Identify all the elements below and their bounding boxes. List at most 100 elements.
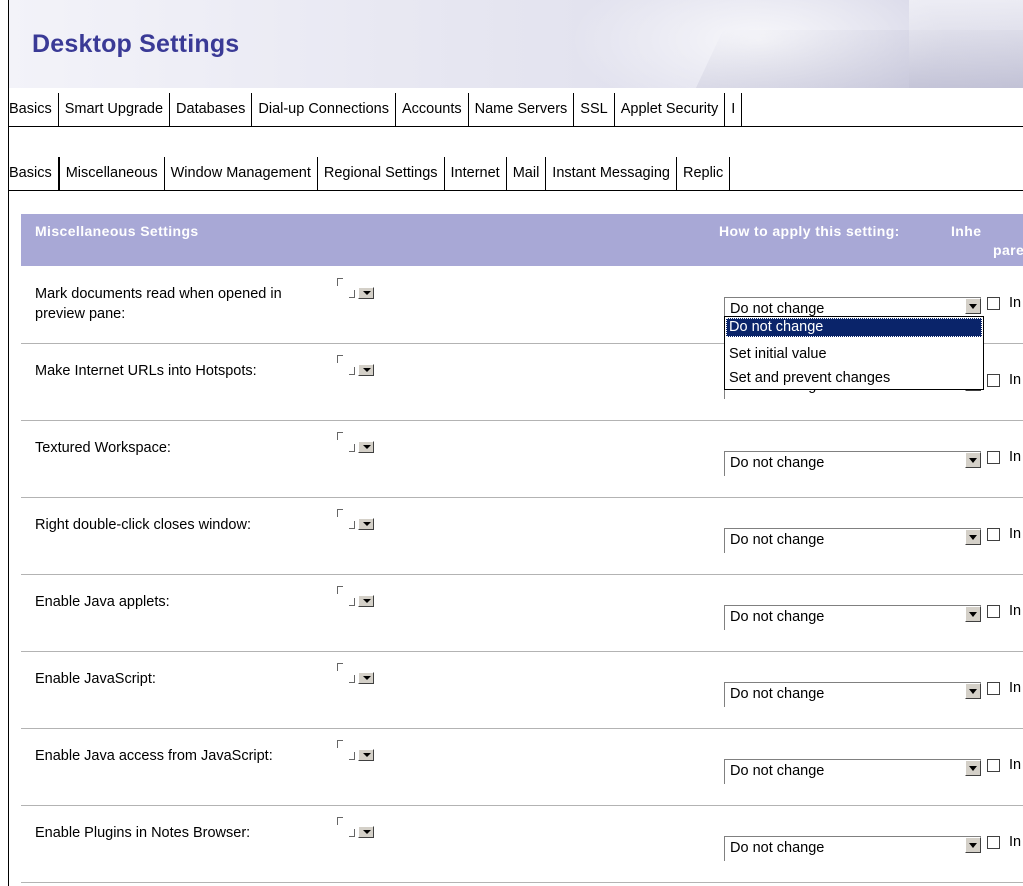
field-dropdown-button[interactable] — [358, 672, 374, 684]
subtab-instant-messaging[interactable]: Instant Messaging — [546, 157, 677, 190]
field-end-marker-icon — [349, 829, 355, 837]
inherit-checkbox[interactable] — [987, 759, 1000, 772]
select-value: Do not change — [730, 609, 825, 625]
inherit-label: In — [1009, 680, 1022, 696]
field-end-marker-icon — [349, 675, 355, 683]
apply-setting-select[interactable]: Do not change — [724, 836, 981, 861]
dropdown-option-do-not-change[interactable]: Do not change — [726, 318, 982, 337]
section-header: Miscellaneous Settings How to apply this… — [21, 214, 1023, 266]
tab-databases[interactable]: Databases — [170, 93, 253, 126]
tab-ssl[interactable]: SSL — [574, 93, 615, 126]
setting-row: Textured Workspace: Do not change In — [21, 420, 1023, 498]
inherit-checkbox[interactable] — [987, 528, 1000, 541]
tab-accounts[interactable]: Accounts — [396, 93, 469, 126]
setting-row: Enable Java access from JavaScript: Do no… — [21, 728, 1023, 806]
section-title: Miscellaneous Settings — [35, 223, 199, 239]
subtab-mail[interactable]: Mail — [507, 157, 547, 190]
chevron-down-icon[interactable] — [965, 837, 981, 853]
setting-row: Enable JavaScript: Do not change In — [21, 651, 1023, 729]
select-value: Do not change — [730, 532, 825, 548]
field-dropdown-button[interactable] — [358, 826, 374, 838]
subtab-internet[interactable]: Internet — [445, 157, 507, 190]
dropdown-option-set-initial-value[interactable]: Set initial value — [726, 345, 982, 364]
field-start-marker-icon — [337, 817, 343, 825]
chevron-down-icon[interactable] — [965, 606, 981, 622]
apply-setting-select[interactable]: Do not change — [724, 605, 981, 630]
setting-label: Make Internet URLs into Hotspots: — [35, 363, 257, 379]
field-dropdown-button[interactable] — [358, 595, 374, 607]
select-value: Do not change — [730, 763, 825, 779]
setting-row: Enable Java applets: Do not change In — [21, 574, 1023, 652]
apply-setting-dropdown-list[interactable]: Do not change Set initial value Set and … — [724, 316, 984, 390]
inherit-column-header: Inhe — [951, 223, 982, 239]
subtab-replication[interactable]: Replic — [677, 157, 731, 190]
field-marker — [337, 432, 387, 456]
field-end-marker-icon — [349, 598, 355, 606]
inherit-checkbox[interactable] — [987, 682, 1000, 695]
select-value: Do not change — [730, 301, 825, 317]
field-start-marker-icon — [337, 432, 343, 440]
chevron-down-icon[interactable] — [965, 529, 981, 545]
subtab-window-management[interactable]: Window Management — [165, 157, 318, 190]
field-marker — [337, 740, 387, 764]
field-dropdown-button[interactable] — [358, 749, 374, 761]
field-dropdown-button[interactable] — [358, 441, 374, 453]
tab-overflow[interactable]: I — [725, 93, 743, 126]
field-dropdown-button[interactable] — [358, 287, 374, 299]
setting-label: Enable Java applets: — [35, 594, 170, 610]
subtab-miscellaneous[interactable]: Miscellaneous — [58, 157, 165, 190]
field-dropdown-button[interactable] — [358, 518, 374, 530]
inherit-checkbox[interactable] — [987, 297, 1000, 310]
field-start-marker-icon — [337, 355, 343, 363]
field-end-marker-icon — [349, 290, 355, 298]
apply-column-header: How to apply this setting: — [719, 223, 900, 239]
field-dropdown-button[interactable] — [358, 364, 374, 376]
apply-setting-select[interactable]: Do not change — [724, 759, 981, 784]
setting-label: Right double-click closes window: — [35, 517, 251, 533]
chevron-down-icon[interactable] — [965, 683, 981, 699]
field-end-marker-icon — [349, 521, 355, 529]
field-start-marker-icon — [337, 278, 343, 286]
field-marker — [337, 509, 387, 533]
inherit-label: In — [1009, 757, 1022, 773]
setting-label: Enable Plugins in Notes Browser: — [35, 825, 251, 841]
sub-tab-bar: Basics Miscellaneous Window Management Regi… — [9, 157, 1023, 191]
tab-basics[interactable]: Basics — [9, 93, 59, 126]
inherit-checkbox[interactable] — [987, 836, 1000, 849]
setting-label: Enable JavaScript: — [35, 671, 156, 687]
chevron-down-icon[interactable] — [965, 298, 981, 314]
apply-setting-select[interactable]: Do not change — [724, 451, 981, 476]
subtab-basics[interactable]: Basics — [9, 157, 59, 190]
inherit-checkbox[interactable] — [987, 374, 1000, 387]
inherit-label: In — [1009, 449, 1022, 465]
select-value: Do not change — [730, 686, 825, 702]
chevron-down-icon[interactable] — [965, 760, 981, 776]
field-end-marker-icon — [349, 367, 355, 375]
inherit-label: In — [1009, 834, 1022, 850]
subtab-regional-settings[interactable]: Regional Settings — [318, 157, 445, 190]
tab-smart-upgrade[interactable]: Smart Upgrade — [59, 93, 171, 126]
inherit-label: In — [1009, 295, 1022, 311]
apply-setting-select[interactable]: Do not change — [724, 528, 981, 553]
field-start-marker-icon — [337, 509, 343, 517]
select-value: Do not change — [730, 840, 825, 856]
tab-dial-up-connections[interactable]: Dial-up Connections — [252, 93, 396, 126]
inherit-checkbox[interactable] — [987, 605, 1000, 618]
setting-label: Enable Java access from JavaScript: — [35, 748, 273, 764]
field-marker — [337, 817, 387, 841]
tab-applet-security[interactable]: Applet Security — [615, 93, 726, 126]
inherit-checkbox[interactable] — [987, 451, 1000, 464]
field-end-marker-icon — [349, 752, 355, 760]
field-marker — [337, 586, 387, 610]
dropdown-option-set-and-prevent-changes[interactable]: Set and prevent changes — [726, 369, 982, 388]
select-value: Do not change — [730, 455, 825, 471]
field-start-marker-icon — [337, 586, 343, 594]
header-decoration — [909, 0, 1023, 88]
tab-name-servers[interactable]: Name Servers — [469, 93, 575, 126]
left-border — [8, 0, 9, 886]
field-start-marker-icon — [337, 740, 343, 748]
chevron-down-icon[interactable] — [965, 452, 981, 468]
apply-setting-select[interactable]: Do not change — [724, 682, 981, 707]
page-title: Desktop Settings — [32, 30, 240, 58]
field-marker — [337, 278, 387, 302]
